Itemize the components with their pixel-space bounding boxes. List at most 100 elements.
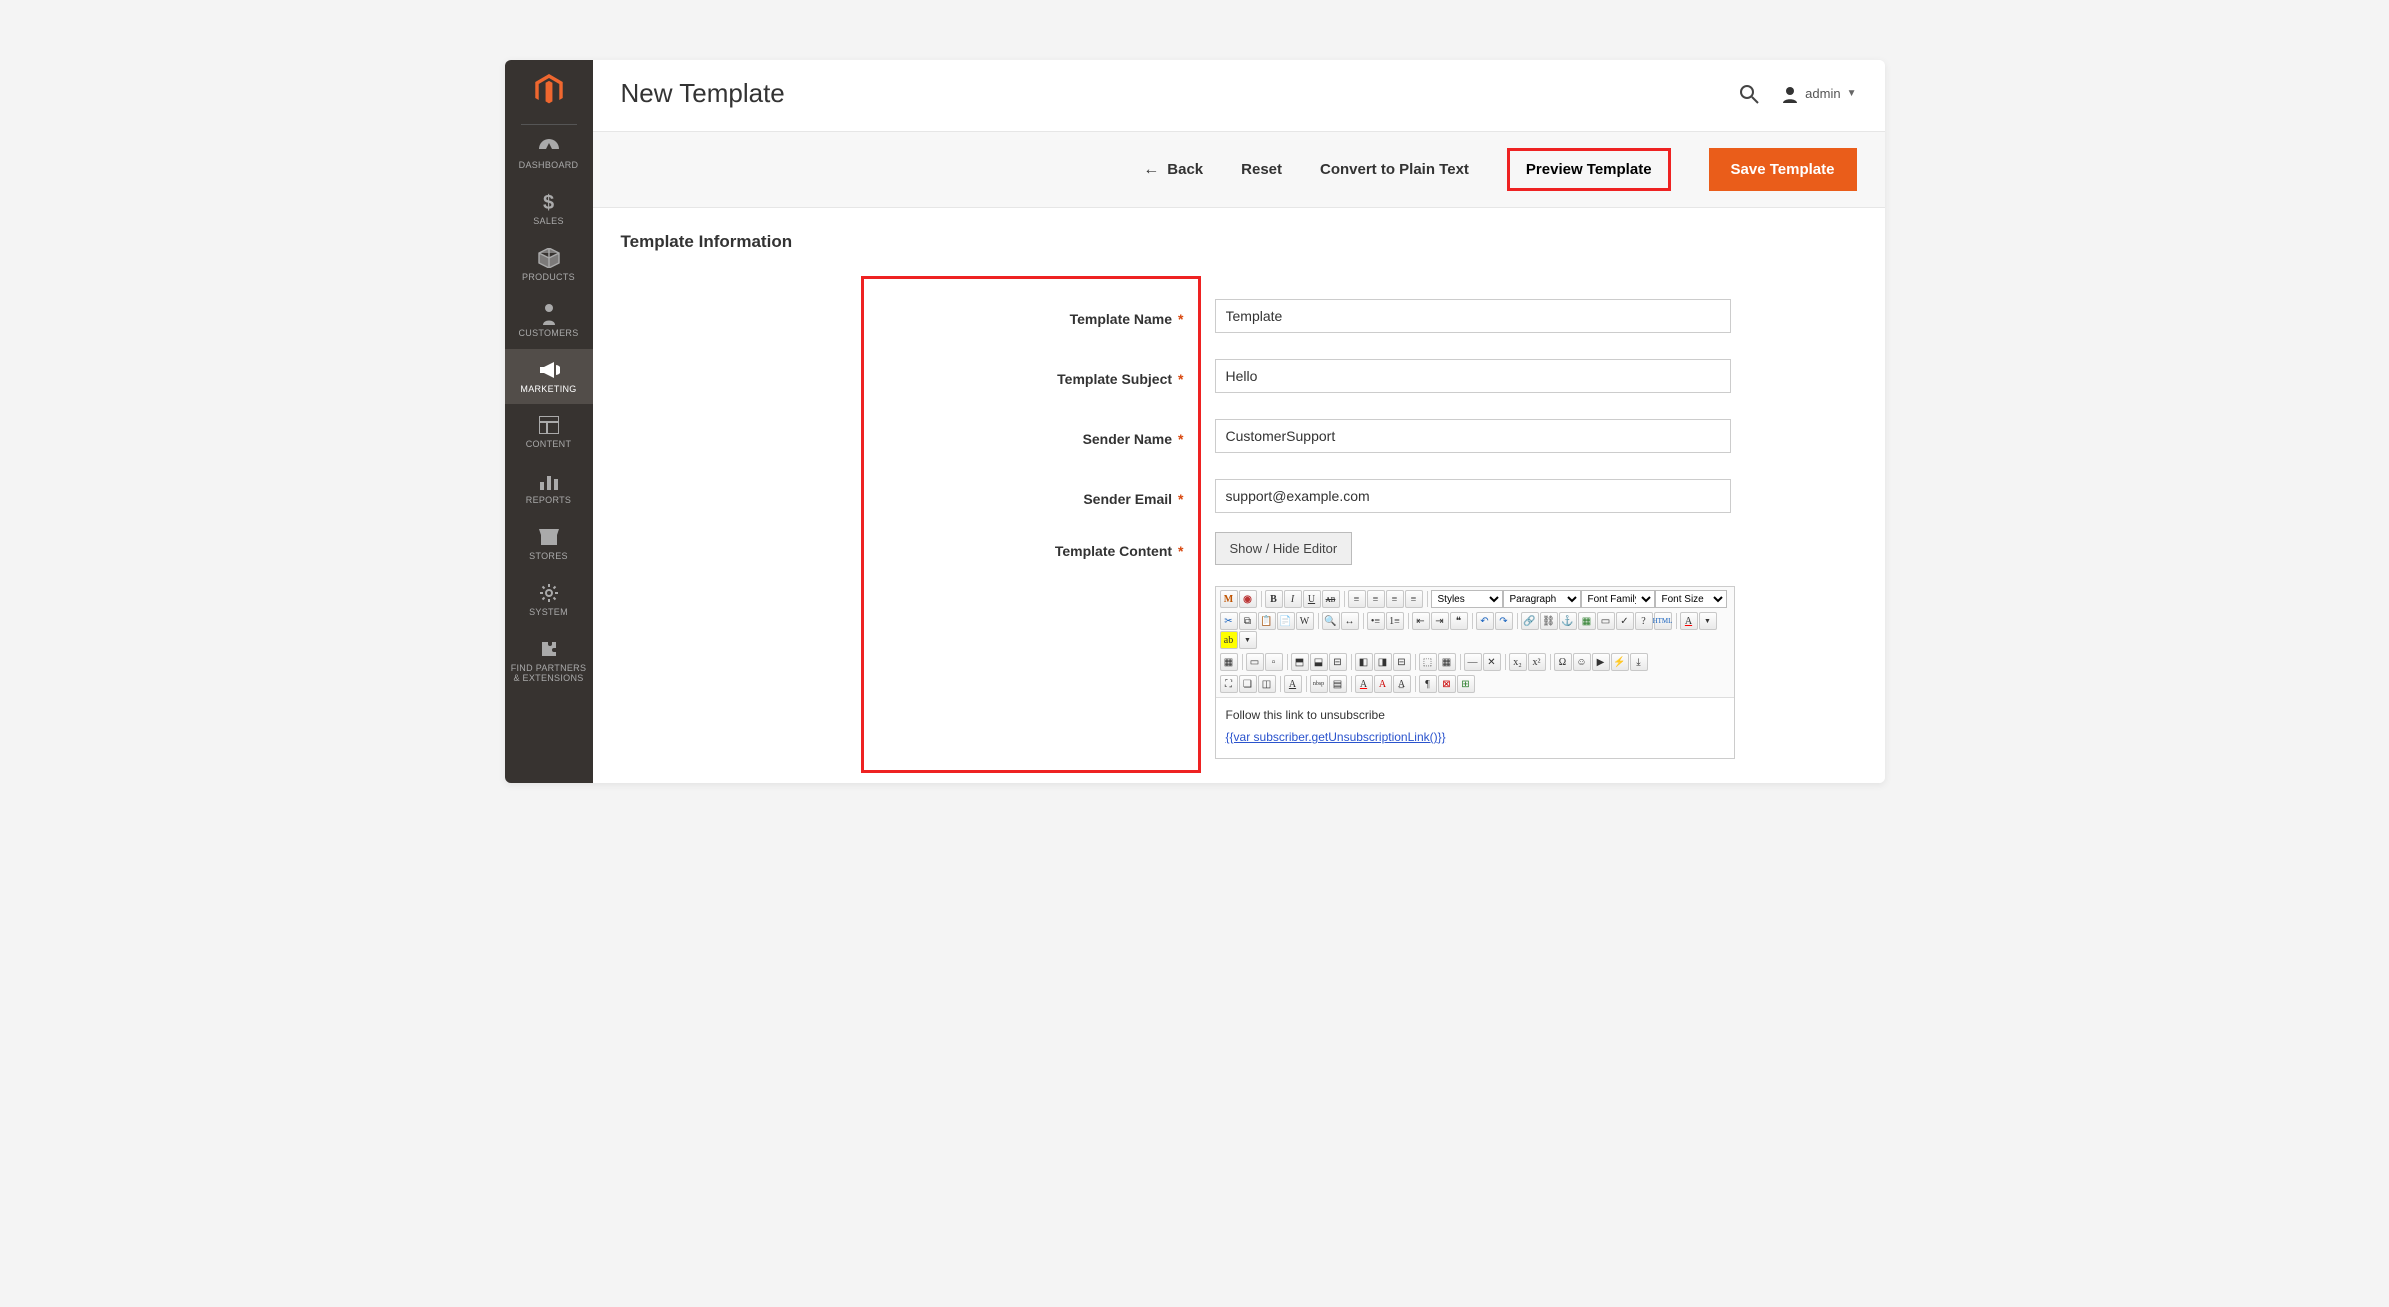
align-left-icon[interactable]: ≡ [1348, 590, 1366, 608]
attr-icon[interactable]: A [1284, 675, 1302, 693]
emoticon-icon[interactable]: ☺ [1573, 653, 1591, 671]
spell-icon[interactable]: A [1355, 675, 1373, 693]
sidebar-item-reports[interactable]: REPORTS [505, 460, 593, 516]
caret-icon[interactable]: ▼ [1239, 631, 1257, 649]
search-icon[interactable] [1739, 84, 1759, 104]
redo-icon[interactable]: ↷ [1495, 612, 1513, 630]
hr-icon[interactable]: — [1464, 653, 1482, 671]
sidebar-item-products[interactable]: PRODUCTS [505, 237, 593, 293]
sidebar-item-system[interactable]: SYSTEM [505, 572, 593, 628]
back-button[interactable]: ← Back [1143, 161, 1203, 179]
unsubscribe-variable-link[interactable]: {{var subscriber.getUnsubscriptionLink()… [1226, 730, 1446, 744]
merge-cells-icon[interactable]: ▦ [1438, 653, 1456, 671]
show-hide-editor-button[interactable]: Show / Hide Editor [1215, 532, 1353, 565]
preview-template-button[interactable]: Preview Template [1507, 148, 1671, 191]
find-icon[interactable]: 🔍 [1322, 612, 1340, 630]
styles-select[interactable]: Styles [1431, 590, 1503, 608]
bullet-list-icon[interactable]: •≡ [1367, 612, 1385, 630]
fullscreen-icon[interactable]: ⛶ [1220, 675, 1238, 693]
convert-button[interactable]: Convert to Plain Text [1320, 161, 1469, 178]
bg-color-icon[interactable]: ab [1220, 631, 1238, 649]
sidebar-item-sales[interactable]: $ SALES [505, 181, 593, 237]
indent-icon[interactable]: ⇥ [1431, 612, 1449, 630]
row-props-icon[interactable]: ▭ [1246, 653, 1264, 671]
clean-icon[interactable]: ✓ [1616, 612, 1634, 630]
paste-text-icon[interactable]: 📄 [1277, 612, 1295, 630]
template-name-input[interactable] [1215, 299, 1731, 333]
reset-button[interactable]: Reset [1241, 161, 1282, 178]
align-right-icon[interactable]: ≡ [1386, 590, 1404, 608]
italic-icon[interactable]: I [1284, 590, 1302, 608]
layers-icon[interactable]: ❏ [1239, 675, 1257, 693]
editor-body[interactable]: Follow this link to unsubscribe {{var su… [1216, 698, 1734, 758]
number-list-icon[interactable]: 1≡ [1386, 612, 1404, 630]
sidebar-item-customers[interactable]: CUSTOMERS [505, 293, 593, 349]
text-color-icon[interactable]: A [1680, 612, 1698, 630]
paste-icon[interactable]: 📋 [1258, 612, 1276, 630]
font-family-select[interactable]: Font Family [1581, 590, 1655, 608]
caret-icon[interactable]: ▼ [1699, 612, 1717, 630]
del-icon[interactable]: ⊠ [1438, 675, 1456, 693]
user-menu[interactable]: admin ▼ [1781, 85, 1856, 103]
table-icon[interactable]: ▦ [1220, 653, 1238, 671]
split-cells-icon[interactable]: ⬚ [1419, 653, 1437, 671]
template-subject-input[interactable] [1215, 359, 1731, 393]
sub-icon[interactable]: x₂ [1509, 653, 1527, 671]
sup-icon[interactable]: x² [1528, 653, 1546, 671]
magento-widget-icon[interactable]: M [1220, 590, 1238, 608]
flash-icon[interactable]: ⚡ [1611, 653, 1629, 671]
sender-email-input[interactable] [1215, 479, 1731, 513]
cell-props-icon[interactable]: ▫ [1265, 653, 1283, 671]
abbr-icon[interactable]: A [1374, 675, 1392, 693]
undo-icon[interactable]: ↶ [1476, 612, 1494, 630]
gear-icon [538, 582, 560, 604]
acronym-icon[interactable]: A̲ [1393, 675, 1411, 693]
delete-col-icon[interactable]: ⊟ [1393, 653, 1411, 671]
align-center-icon[interactable]: ≡ [1367, 590, 1385, 608]
template-icon[interactable]: ▤ [1329, 675, 1347, 693]
help-icon[interactable]: ? [1635, 612, 1653, 630]
media2-icon[interactable]: ▶ [1592, 653, 1610, 671]
unlink-icon[interactable]: ⛓ [1540, 612, 1558, 630]
paragraph-select[interactable]: Paragraph [1503, 590, 1581, 608]
person-icon [538, 303, 560, 325]
sidebar-item-stores[interactable]: STORES [505, 516, 593, 572]
sidebar-item-partners[interactable]: FIND PARTNERS & EXTENSIONS [505, 628, 593, 694]
html-icon[interactable]: HTML [1654, 612, 1672, 630]
sender-name-input[interactable] [1215, 419, 1731, 453]
sidebar-item-content[interactable]: CONTENT [505, 404, 593, 460]
sidebar-item-marketing[interactable]: MARKETING [505, 349, 593, 405]
underline-icon[interactable]: U [1303, 590, 1321, 608]
insert-row-before-icon[interactable]: ⬒ [1291, 653, 1309, 671]
align-justify-icon[interactable]: ≡ [1405, 590, 1423, 608]
nbsp-icon[interactable]: nbsp [1310, 675, 1328, 693]
insert-col-after-icon[interactable]: ◨ [1374, 653, 1392, 671]
show-invisible-icon[interactable]: ¶ [1419, 675, 1437, 693]
replace-icon[interactable]: ↔ [1341, 612, 1359, 630]
visualaid-icon[interactable]: ◫ [1258, 675, 1276, 693]
blockquote-icon[interactable]: ❝ [1450, 612, 1468, 630]
insert-col-before-icon[interactable]: ◧ [1355, 653, 1373, 671]
media-icon[interactable]: ▭ [1597, 612, 1615, 630]
strike-icon[interactable]: ᴀʙ [1322, 590, 1340, 608]
outdent-icon[interactable]: ⇤ [1412, 612, 1430, 630]
anchor-icon[interactable]: ⚓ [1559, 612, 1577, 630]
pagebreak-icon[interactable]: ⤓ [1630, 653, 1648, 671]
copy-icon[interactable]: ⧉ [1239, 612, 1257, 630]
link-icon[interactable]: 🔗 [1521, 612, 1539, 630]
magento-logo[interactable] [505, 60, 593, 120]
save-template-button[interactable]: Save Template [1709, 148, 1857, 191]
delete-row-icon[interactable]: ⊟ [1329, 653, 1347, 671]
magento-variable-icon[interactable]: ◉ [1239, 590, 1257, 608]
sidebar-item-dashboard[interactable]: DASHBOARD [505, 125, 593, 181]
charmap-icon[interactable]: Ω [1554, 653, 1572, 671]
font-size-select[interactable]: Font Size [1655, 590, 1727, 608]
insert-row-after-icon[interactable]: ⬓ [1310, 653, 1328, 671]
paste-word-icon[interactable]: W [1296, 612, 1314, 630]
ins-icon[interactable]: ⊞ [1457, 675, 1475, 693]
image-icon[interactable]: ▦ [1578, 612, 1596, 630]
cut-icon[interactable]: ✂ [1220, 612, 1238, 630]
remove-format-icon[interactable]: ✕ [1483, 653, 1501, 671]
bold-icon[interactable]: B [1265, 590, 1283, 608]
user-label: admin [1805, 86, 1840, 101]
